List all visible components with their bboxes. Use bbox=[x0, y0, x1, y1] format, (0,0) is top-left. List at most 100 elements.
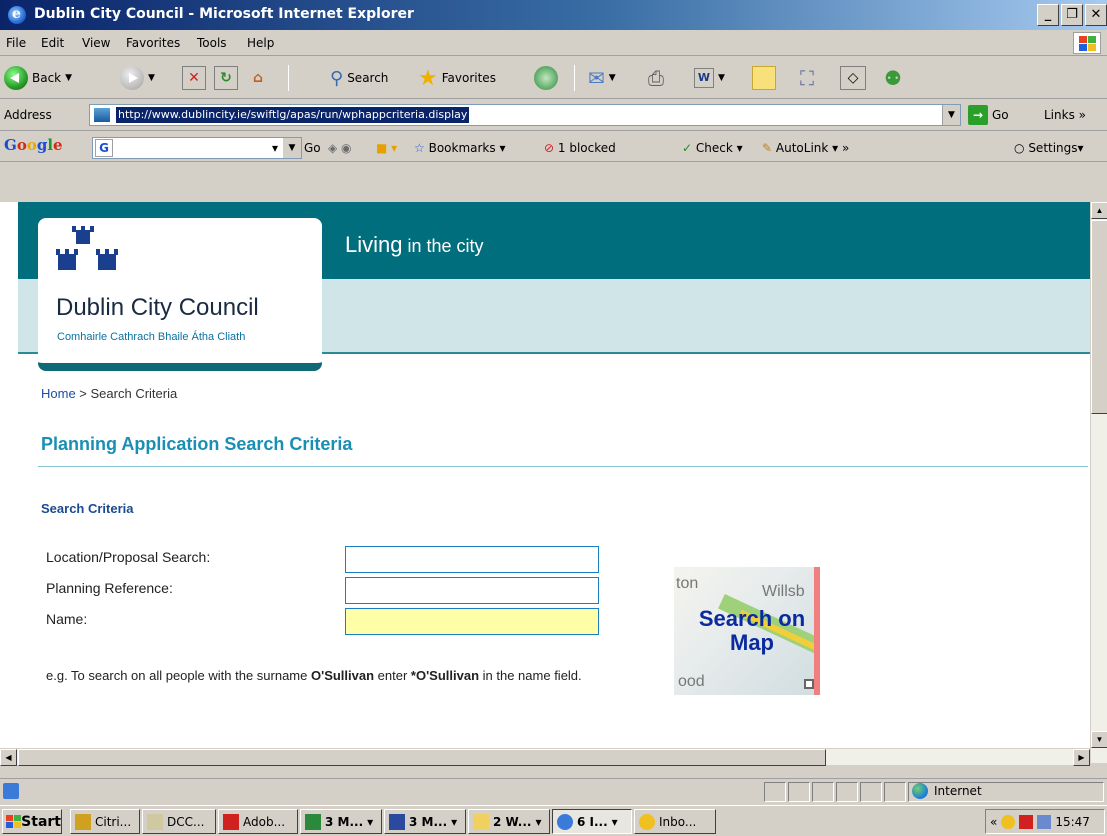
refresh-button[interactable]: ↻ bbox=[214, 63, 238, 93]
edit-word-button[interactable]: W ▼ bbox=[694, 63, 725, 93]
location-search-label: Location/Proposal Search: bbox=[46, 549, 211, 565]
search-on-map-button[interactable]: ton Willsb ood Search on Map bbox=[674, 567, 820, 695]
home-button[interactable]: ⌂ bbox=[246, 63, 270, 93]
settings-radio-icon: ○ bbox=[1014, 141, 1025, 155]
address-url[interactable]: http://www.dublincity.ie/swiftlg/apas/ru… bbox=[116, 107, 470, 123]
note-icon bbox=[752, 66, 776, 90]
notes-button[interactable] bbox=[752, 63, 776, 93]
horizontal-scroll-thumb[interactable] bbox=[18, 749, 826, 766]
research-icon: ⛶ bbox=[800, 66, 814, 90]
history-icon bbox=[534, 66, 558, 90]
spellcheck-button[interactable]: ✓ Check ▾ bbox=[682, 141, 743, 155]
taskbar-item-citrix[interactable]: Citri... bbox=[70, 809, 140, 834]
discuss-button[interactable]: ◇ bbox=[840, 63, 866, 93]
taskbar-item-adobe[interactable]: Adob... bbox=[218, 809, 298, 834]
scroll-down-button[interactable]: ▼ bbox=[1091, 731, 1107, 748]
address-label: Address bbox=[4, 108, 52, 122]
google-logo[interactable]: Google bbox=[4, 136, 63, 154]
autolink-icon: ✎ bbox=[762, 141, 773, 155]
address-input[interactable]: http://www.dublincity.ie/swiftlg/apas/ru… bbox=[89, 104, 961, 126]
google-settings-button[interactable]: ○ Settings▾ bbox=[1014, 141, 1084, 155]
links-button[interactable]: Links » bbox=[1044, 108, 1086, 122]
menu-file[interactable]: File bbox=[6, 36, 26, 50]
taskbar-item-folders[interactable]: 2 W... ▾ bbox=[468, 809, 550, 834]
chevron-down-icon: ▼ bbox=[608, 73, 616, 83]
maximize-button[interactable]: ❐ bbox=[1061, 4, 1083, 26]
print-button[interactable]: ⎙ bbox=[648, 63, 664, 93]
planning-reference-input[interactable] bbox=[345, 577, 599, 604]
map-street-label: ton bbox=[676, 575, 699, 592]
research-button[interactable]: ⛶ bbox=[800, 63, 814, 93]
vertical-scrollbar[interactable]: ▲ ▼ bbox=[1090, 202, 1107, 763]
menu-edit[interactable]: Edit bbox=[41, 36, 64, 50]
taskbar-item-inbox[interactable]: Inbo... bbox=[634, 809, 716, 834]
search-button[interactable]: ⚲ Search bbox=[330, 63, 388, 93]
google-search-input[interactable]: G ▼ bbox=[92, 137, 302, 159]
close-button[interactable]: ✕ bbox=[1085, 4, 1107, 26]
tray-expand-icon[interactable]: « bbox=[990, 815, 997, 829]
back-button[interactable]: Back ▼ bbox=[4, 63, 72, 93]
start-button[interactable]: Start bbox=[2, 809, 62, 834]
taskbar-item-ie[interactable]: 6 I... ▾ bbox=[552, 809, 632, 834]
menu-view[interactable]: View bbox=[82, 36, 110, 50]
tray-clock-app-icon[interactable] bbox=[1001, 814, 1016, 829]
ie-icon bbox=[557, 813, 573, 830]
tray-security-icon[interactable] bbox=[1019, 814, 1034, 829]
google-dropdown-arrow[interactable]: ▾ bbox=[272, 141, 278, 155]
breadcrumb-separator: > bbox=[75, 386, 91, 401]
map-street-label: ood bbox=[678, 673, 705, 690]
page-viewport: Living in the city Dublin City Council C… bbox=[0, 202, 1090, 748]
name-input[interactable] bbox=[345, 608, 599, 635]
scroll-left-button[interactable]: ◀ bbox=[0, 749, 17, 766]
address-bar: Address http://www.dublincity.ie/swiftlg… bbox=[0, 100, 1107, 131]
go-button[interactable]: → Go bbox=[968, 105, 1009, 125]
star-outline-icon: ☆ bbox=[414, 141, 425, 155]
bookmarks-button[interactable]: ☆ Bookmarks ▾ bbox=[414, 141, 505, 155]
tray-network-icon[interactable] bbox=[1037, 814, 1052, 829]
taskbar-item-excel[interactable]: 3 M... ▾ bbox=[300, 809, 382, 834]
popup-blocked-button[interactable]: ⊘ 1 blocked bbox=[544, 141, 616, 155]
history-button[interactable] bbox=[534, 63, 558, 93]
google-go-button[interactable]: Go bbox=[304, 141, 321, 155]
title-divider bbox=[38, 466, 1088, 467]
taskbar-item-word[interactable]: 3 M... ▾ bbox=[384, 809, 466, 834]
taskbar-item-dcc[interactable]: DCC... bbox=[142, 809, 216, 834]
go-label: Go bbox=[992, 108, 1009, 122]
site-tagline: Living in the city bbox=[345, 232, 484, 257]
minimize-button[interactable]: _ bbox=[1037, 4, 1059, 26]
council-logo[interactable]: Dublin City Council Comhairle Cathrach B… bbox=[38, 218, 322, 370]
status-bar: Internet bbox=[0, 778, 1107, 804]
google-dropdown-button[interactable]: ▼ bbox=[283, 138, 301, 158]
horizontal-scrollbar[interactable]: ◀ ▶ bbox=[0, 748, 1090, 766]
messenger-button[interactable]: ⚉ bbox=[884, 63, 902, 93]
google-options-icon[interactable]: ◈ ◉ bbox=[328, 141, 352, 155]
mail-button[interactable]: ✉ ▼ bbox=[588, 63, 616, 93]
favorites-button[interactable]: ★ Favorites bbox=[418, 63, 496, 93]
home-icon: ⌂ bbox=[252, 70, 264, 86]
forward-button[interactable]: ▼ bbox=[120, 63, 155, 93]
messenger-icon: ⚉ bbox=[884, 66, 902, 90]
taskbar: Start Citri... DCC... Adob... 3 M... ▾ 3… bbox=[0, 805, 1107, 836]
google-pagerank-icon[interactable]: ■ ▾ bbox=[376, 141, 397, 155]
vertical-scroll-thumb[interactable] bbox=[1091, 220, 1107, 414]
folder-icon bbox=[473, 813, 489, 830]
app-icon bbox=[147, 813, 163, 830]
citrix-icon bbox=[75, 813, 91, 830]
back-arrow-icon bbox=[4, 66, 28, 90]
spellcheck-icon: ✓ bbox=[682, 141, 693, 155]
windows-flag-icon bbox=[6, 814, 21, 829]
menu-help[interactable]: Help bbox=[247, 36, 274, 50]
excel-icon bbox=[305, 813, 321, 830]
menu-favorites[interactable]: Favorites bbox=[126, 36, 180, 50]
scroll-right-button[interactable]: ▶ bbox=[1073, 749, 1090, 766]
address-dropdown-button[interactable]: ▼ bbox=[942, 105, 960, 125]
word-icon bbox=[389, 813, 405, 830]
standard-toolbar: Back ▼ ▼ ✕ ↻ ⌂ ⚲ Search ★ Favorites ✉ ▼ … bbox=[0, 57, 1107, 99]
menu-tools[interactable]: Tools bbox=[197, 36, 227, 50]
name-label: Name: bbox=[46, 611, 88, 627]
scroll-up-button[interactable]: ▲ bbox=[1091, 202, 1107, 219]
autolink-button[interactable]: ✎ AutoLink ▾ » bbox=[762, 141, 849, 155]
location-search-input[interactable] bbox=[345, 546, 599, 573]
breadcrumb-home-link[interactable]: Home bbox=[41, 386, 76, 401]
stop-button[interactable]: ✕ bbox=[182, 63, 206, 93]
